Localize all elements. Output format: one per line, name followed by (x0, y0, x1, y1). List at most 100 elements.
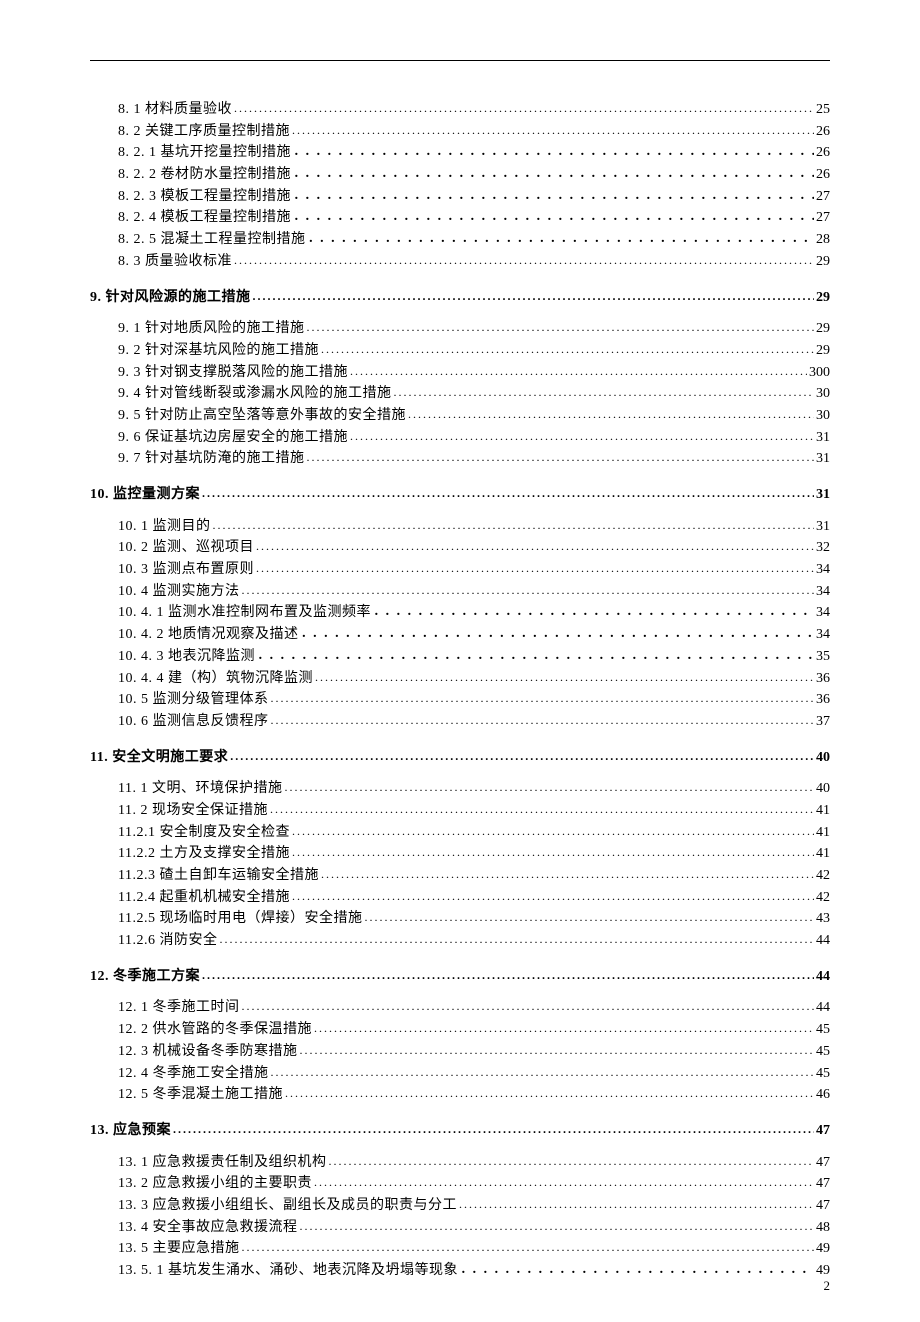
toc-leader: ........................................… (292, 121, 814, 140)
page-top-rule (90, 60, 830, 61)
toc-leader: ........................................… (234, 251, 814, 270)
toc-entry: 11. 2 现场安全保证措施 .........................… (90, 800, 830, 822)
toc-entry: 11.2.3 碴土自卸车运输安全措施 .....................… (90, 865, 830, 887)
toc-leader: ........................................… (242, 997, 815, 1016)
toc-leader: ........................................… (219, 930, 814, 949)
toc-page: 49 (816, 1238, 830, 1260)
toc-leader: ........................................… (173, 1120, 814, 1139)
toc-page: 31 (816, 484, 830, 506)
toc-label: 8. 2. 3 模板工程量控制措施 (118, 186, 291, 208)
toc-entry: 10. 4. 1 监测水准控制网布置及监测频率 ．．．．．．．．．．．．．．．．… (90, 602, 830, 624)
toc-entry: 12. 5 冬季混凝土施工措施 ........................… (90, 1084, 830, 1106)
toc-entry: 11. 安全文明施工要求 ...........................… (90, 747, 830, 769)
toc-entry: 8. 3 质量验收标准 ............................… (90, 251, 830, 273)
table-of-contents: 8. 1 材料质量验收 ............................… (90, 99, 830, 1282)
toc-label: 10. 4 监测实施方法 (118, 581, 240, 603)
toc-leader: ........................................… (394, 383, 815, 402)
toc-entry: 9. 针对风险源的施工措施 ..........................… (90, 287, 830, 309)
toc-entry: 11.2.1 安全制度及安全检查 .......................… (90, 822, 830, 844)
toc-entry: 9. 2 针对深基坑风险的施工措施 ......................… (90, 340, 830, 362)
toc-leader: ........................................… (321, 865, 814, 884)
toc-page: 34 (816, 581, 830, 603)
toc-leader: ........................................… (307, 448, 815, 467)
toc-leader: ........................................… (271, 689, 815, 708)
toc-page: 44 (816, 997, 830, 1019)
toc-page: 26 (816, 121, 830, 143)
page-number: 2 (824, 1278, 831, 1294)
toc-page: 30 (816, 383, 830, 405)
toc-label: 10. 3 监测点布置原则 (118, 559, 254, 581)
toc-page: 25 (816, 99, 830, 121)
toc-page: 42 (816, 865, 830, 887)
toc-label: 11.2.6 消防安全 (118, 930, 217, 952)
toc-label: 12. 冬季施工方案 (90, 966, 200, 988)
toc-label: 12. 4 冬季施工安全措施 (118, 1063, 269, 1085)
toc-entry: 9. 3 针对钢支撑脱落风险的施工措施 ....................… (90, 362, 830, 384)
toc-leader: ........................................… (270, 800, 814, 819)
toc-leader: ．．．．．．．．．．．．．．．．．．．．．．．．．．．．．．．．．．．．．．．．… (301, 624, 815, 645)
toc-page: 44 (816, 966, 830, 988)
toc-leader: ........................................… (213, 516, 815, 535)
toc-label: 10. 4. 4 建（构）筑物沉降监测 (118, 668, 313, 690)
toc-entry: 11.2.2 土方及支撑安全措施 .......................… (90, 843, 830, 865)
toc-page: 37 (816, 711, 830, 733)
toc-entry: 10. 2 监测、巡视项目 ..........................… (90, 537, 830, 559)
toc-entry: 10. 4. 4 建（构）筑物沉降监测 ....................… (90, 668, 830, 690)
toc-label: 12. 5 冬季混凝土施工措施 (118, 1084, 283, 1106)
toc-leader: ........................................… (314, 1173, 814, 1192)
toc-page: 47 (816, 1152, 830, 1174)
toc-page: 44 (816, 930, 830, 952)
toc-label: 9. 1 针对地质风险的施工措施 (118, 318, 305, 340)
toc-page: 36 (816, 668, 830, 690)
toc-entry: 10. 5 监测分级管理体系 .........................… (90, 689, 830, 711)
toc-page: 300 (809, 362, 830, 384)
toc-page: 34 (816, 559, 830, 581)
toc-leader: ........................................… (242, 1238, 815, 1257)
toc-leader: ........................................… (242, 581, 815, 600)
toc-entry: 13. 5. 1 基坑发生涌水、涌砂、地表沉降及坍塌等现象 ．．．．．．．．．．… (90, 1260, 830, 1282)
toc-leader: ．．．．．．．．．．．．．．．．．．．．．．．．．．．．．．．．．．．．．．．．… (257, 646, 814, 667)
toc-leader: ........................................… (321, 340, 814, 359)
toc-label: 12. 2 供水管路的冬季保温措施 (118, 1019, 312, 1041)
toc-leader: ．．．．．．．．．．．．．．．．．．．．．．．．．．．．．．．．．．．．．．．．… (293, 164, 814, 185)
toc-label: 8. 2. 1 基坑开挖量控制措施 (118, 142, 291, 164)
toc-leader: ........................................… (350, 427, 814, 446)
toc-page: 45 (816, 1019, 830, 1041)
toc-page: 40 (816, 778, 830, 800)
toc-leader: ........................................… (253, 287, 815, 306)
toc-page: 41 (816, 843, 830, 865)
toc-page: 29 (816, 318, 830, 340)
toc-entry: 10. 3 监测点布置原则 ..........................… (90, 559, 830, 581)
toc-label: 8. 2. 2 卷材防水量控制措施 (118, 164, 291, 186)
toc-page: 47 (816, 1120, 830, 1142)
toc-leader: ........................................… (300, 1041, 815, 1060)
toc-label: 9. 6 保证基坑边房屋安全的施工措施 (118, 427, 348, 449)
toc-page: 47 (816, 1173, 830, 1195)
toc-page: 31 (816, 516, 830, 538)
toc-entry: 12. 1 冬季施工时间 ...........................… (90, 997, 830, 1019)
toc-entry: 8. 2. 1 基坑开挖量控制措施 ．．．．．．．．．．．．．．．．．．．．．．… (90, 142, 830, 164)
toc-page: 34 (816, 624, 830, 646)
toc-leader: ........................................… (230, 747, 814, 766)
toc-label: 8. 3 质量验收标准 (118, 251, 232, 273)
toc-label: 10. 4. 1 监测水准控制网布置及监测频率 (118, 602, 371, 624)
toc-page: 46 (816, 1084, 830, 1106)
toc-page: 30 (816, 405, 830, 427)
toc-label: 13. 应急预案 (90, 1120, 171, 1142)
toc-leader: ........................................… (314, 1019, 814, 1038)
toc-leader: ．．．．．．．．．．．．．．．．．．．．．．．．．．．．．．．．．．．．．．．．… (460, 1260, 814, 1281)
toc-leader: ........................................… (234, 99, 814, 118)
toc-label: 10. 监控量测方案 (90, 484, 200, 506)
toc-entry: 13. 5 主要应急措施 ...........................… (90, 1238, 830, 1260)
toc-label: 10. 5 监测分级管理体系 (118, 689, 269, 711)
toc-page: 29 (816, 287, 830, 309)
toc-entry: 12. 冬季施工方案 .............................… (90, 966, 830, 988)
toc-label: 10. 1 监测目的 (118, 516, 211, 538)
toc-entry: 12. 4 冬季施工安全措施 .........................… (90, 1063, 830, 1085)
toc-leader: ........................................… (271, 711, 815, 730)
toc-leader: ........................................… (350, 362, 807, 381)
toc-leader: ．．．．．．．．．．．．．．．．．．．．．．．．．．．．．．．．．．．．．．．．… (293, 142, 814, 163)
toc-leader: ．．．．．．．．．．．．．．．．．．．．．．．．．．．．．．．．．．．．．．．．… (308, 229, 815, 250)
toc-leader: ........................................… (256, 537, 814, 556)
toc-page: 27 (816, 186, 830, 208)
